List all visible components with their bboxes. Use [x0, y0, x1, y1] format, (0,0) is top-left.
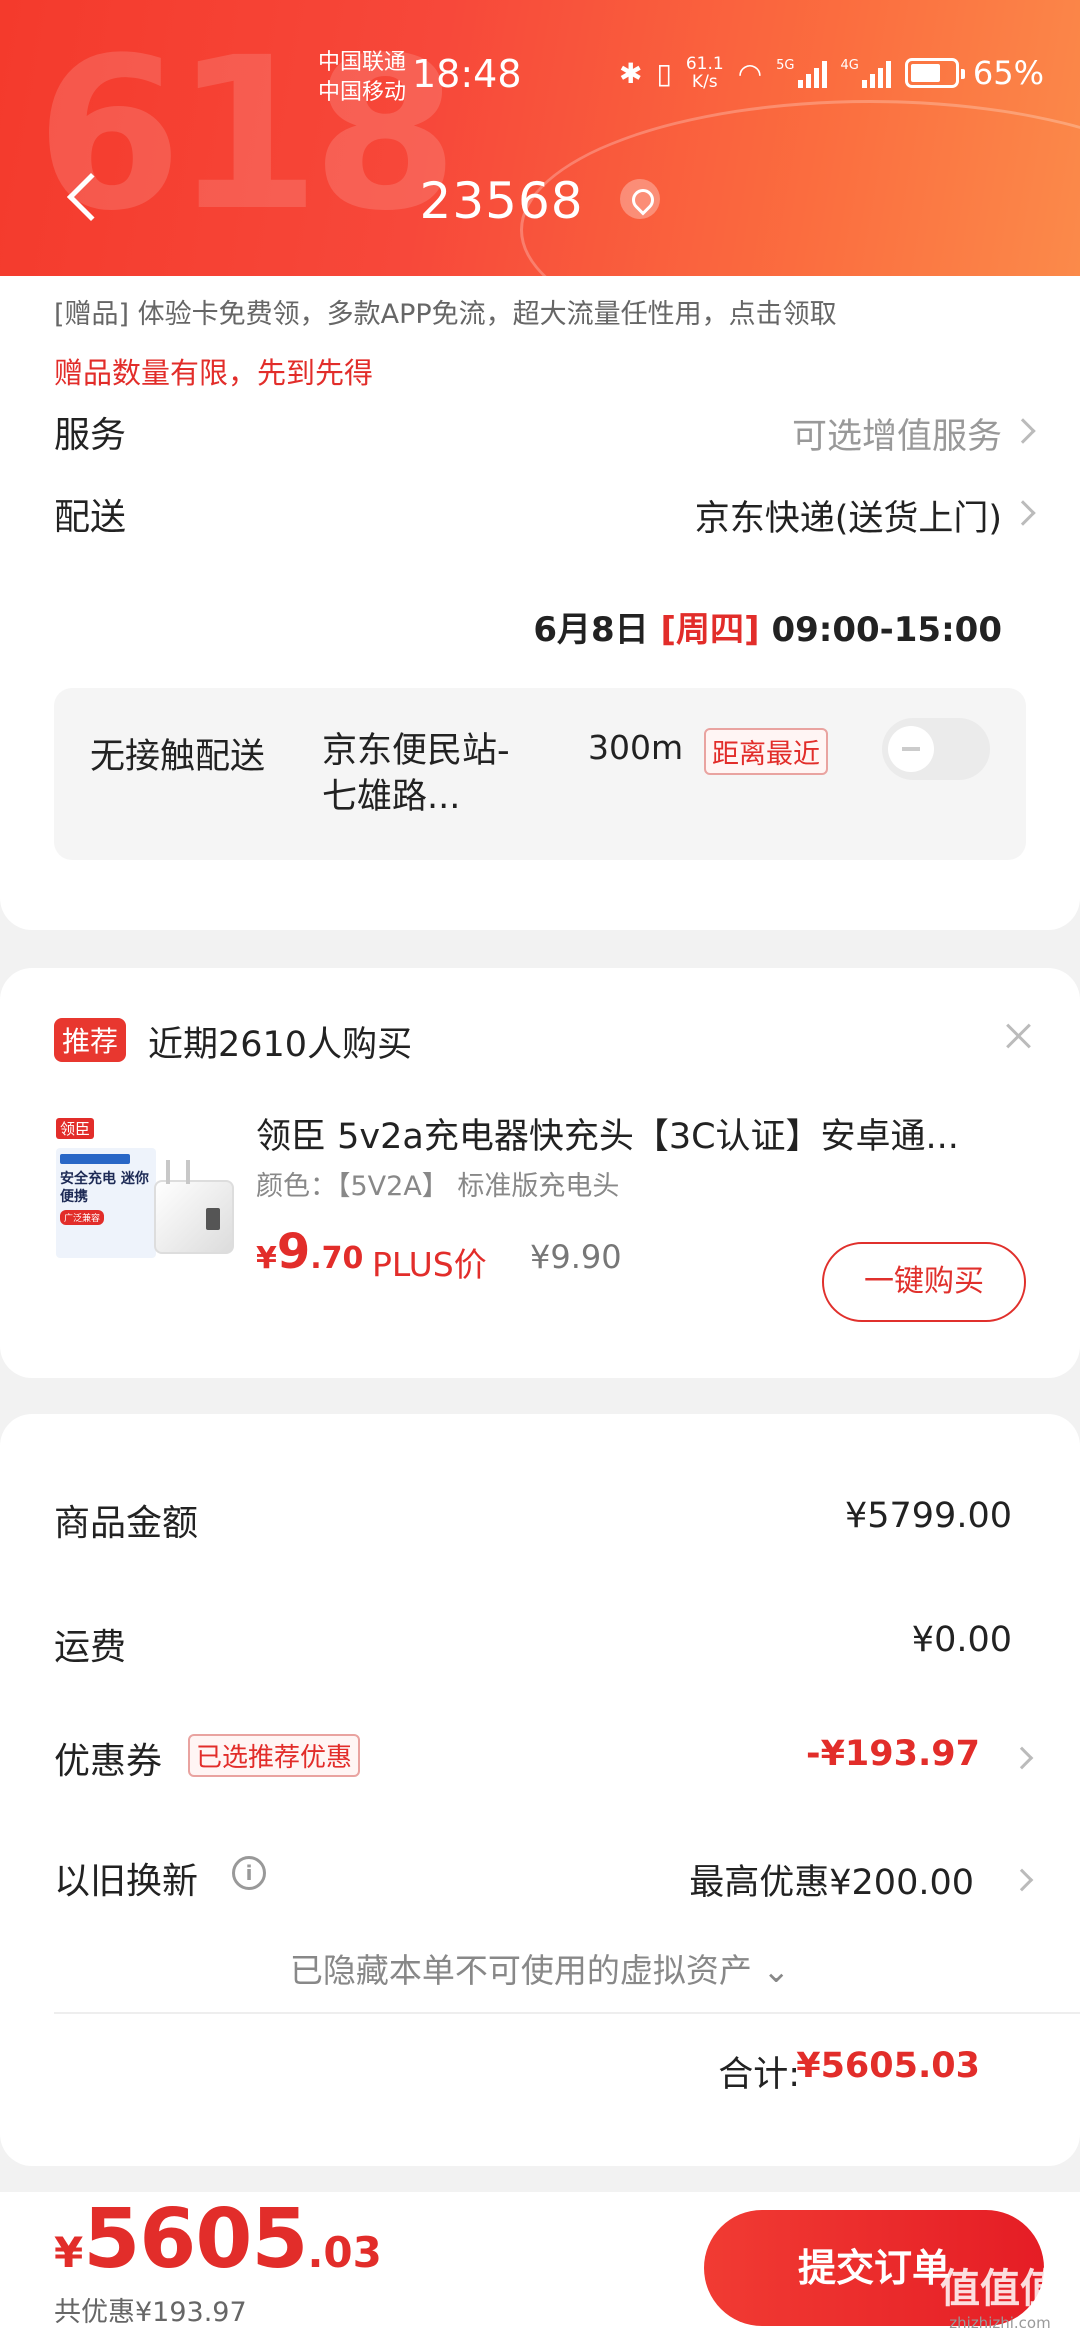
bluetooth-icon: ✱ — [618, 56, 643, 90]
location-pin-icon[interactable] — [620, 178, 661, 219]
watermark-url: zhizhizhi.com — [949, 2314, 1051, 2332]
net-speed-unit: K/s — [691, 72, 718, 92]
close-icon[interactable] — [1000, 1018, 1036, 1054]
price-summary-card: 商品金额 ¥5799.00 运费 ¥0.00 优惠券 已选推荐优惠 -¥193.… — [0, 1414, 1080, 2166]
trade-in-value[interactable]: 最高优惠¥200.00 — [689, 1854, 974, 1905]
total-price: ¥5605.03 — [54, 2192, 382, 2287]
nearest-tag: 距离最近 — [704, 728, 828, 775]
recommend-badge: 推荐 — [54, 1018, 127, 1062]
page-title: 23568 — [0, 172, 1080, 230]
chevron-right-icon — [1010, 500, 1036, 526]
brand-tag: 领臣 — [56, 1118, 95, 1139]
shipping-label: 运费 — [54, 1627, 127, 1668]
charger-illustration — [154, 1160, 234, 1254]
delivery-weekday: [周四] — [660, 610, 760, 650]
signal-5g-label: 5G — [776, 58, 795, 73]
vibrate-icon: ▯ — [656, 56, 672, 90]
network-speed: 61.1 K/s — [686, 55, 724, 91]
wifi-icon: ◠ — [737, 56, 763, 90]
checkout-bar: ¥5605.03 共优惠¥193.97 提交订单 值值值 zhizhizhi.c… — [0, 2192, 1080, 2340]
product-title[interactable]: 领臣 5v2a充电器快充头【3C认证】安卓通... — [256, 1108, 1036, 1159]
price-integer: 9 — [276, 1224, 311, 1280]
watermark: 值值值 zhizhizhi.com — [940, 2256, 1060, 2332]
recommendation-card: 推荐 近期2610人购买 领臣 安全充电 迷你便携 广泛兼容 领臣 5v2a充电… — [0, 968, 1080, 1378]
order-info-card: [赠品] 体验卡免费领，多款APP免流，超大流量任性用，点击领取 赠品数量有限，… — [0, 276, 1080, 930]
package-box: 安全充电 迷你便携 广泛兼容 — [56, 1148, 156, 1258]
total-integer: 5605 — [83, 2192, 308, 2287]
delivery-label: 配送 — [54, 497, 127, 538]
price-currency: ¥ — [256, 1241, 277, 1276]
station-distance: 300m — [588, 728, 684, 767]
toggle-knob — [888, 726, 934, 772]
net-speed-value: 61.1 — [685, 54, 724, 74]
recent-buyers: 近期2610人购买 — [148, 1025, 413, 1065]
sum-label: 合计: — [718, 2055, 800, 2095]
pickup-station[interactable]: 京东便民站-七雄路... — [322, 728, 532, 820]
status-icons: ✱ ▯ 61.1 K/s ◠ 5G 4G 65% — [619, 54, 1044, 92]
battery-icon — [904, 58, 965, 88]
goods-amount-label: 商品金额 — [54, 1503, 199, 1544]
total-currency: ¥ — [54, 2228, 84, 2277]
contactless-delivery: 无接触配送 京东便民站-七雄路... 300m 距离最近 — [54, 688, 1026, 860]
plus-label: PLUS价 — [372, 1245, 487, 1284]
chevron-right-icon — [1010, 418, 1036, 444]
sum-value: ¥5605.03 — [796, 2046, 980, 2086]
hidden-assets-toggle[interactable]: 已隐藏本单不可使用的虚拟资产 ⌄ — [0, 1944, 1080, 1992]
package-pill: 广泛兼容 — [60, 1210, 105, 1225]
delivery-date-day: 6月8日 — [533, 610, 649, 650]
delivery-date[interactable]: 6月8日 [周四] 09:00-15:00 — [533, 602, 1002, 651]
status-bar: 中国联通 中国移动 18:48 ✱ ▯ 61.1 K/s ◠ 5G 4G 65% — [0, 0, 1080, 150]
coupon-value[interactable]: -¥193.97 — [806, 1734, 980, 1774]
signal-4g-label: 4G — [840, 58, 859, 73]
total-decimal: .03 — [307, 2228, 382, 2277]
product-price: ¥9.70 — [256, 1224, 363, 1280]
product-image[interactable]: 领臣 安全充电 迷你便携 广泛兼容 — [54, 1118, 244, 1268]
chevron-right-icon — [1010, 1746, 1034, 1770]
delivery-method[interactable]: 京东快递(送货上门) — [695, 490, 1002, 541]
info-icon[interactable]: i — [232, 1856, 266, 1890]
package-text: 安全充电 迷你便携 — [60, 1171, 149, 1205]
total-savings: 共优惠¥193.97 — [54, 2297, 247, 2328]
price-decimal: .70 — [310, 1241, 364, 1276]
shipping-value: ¥0.00 — [911, 1620, 1012, 1660]
carrier-1: 中国联通 — [318, 50, 407, 75]
goods-amount-value: ¥5799.00 — [844, 1496, 1012, 1536]
signal-4g-icon: 4G — [841, 58, 891, 88]
product-spec: 颜色：【5V2A】 标准版充电头 — [256, 1171, 620, 1202]
address-code: 23568 — [419, 172, 584, 230]
service-label: 服务 — [54, 415, 127, 456]
clock: 18:48 — [412, 52, 522, 96]
battery-percent: 65% — [972, 54, 1044, 92]
watermark-logo: 值值值 — [940, 2266, 1060, 2312]
divider — [54, 2012, 1080, 2014]
coupon-label: 优惠券 — [54, 1741, 163, 1782]
contactless-toggle[interactable] — [882, 718, 990, 780]
carrier-2: 中国移动 — [318, 80, 407, 105]
service-value[interactable]: 可选增值服务 — [792, 408, 1002, 459]
gift-line[interactable]: [赠品] 体验卡免费领，多款APP免流，超大流量任性用，点击领取 — [54, 292, 837, 331]
contactless-label: 无接触配送 — [90, 737, 266, 777]
trade-in-label: 以旧换新 — [54, 1861, 199, 1902]
gift-warning: 赠品数量有限，先到先得 — [54, 356, 374, 390]
delivery-time-window: 09:00-15:00 — [771, 610, 1002, 650]
one-click-buy-button[interactable]: 一键购买 — [822, 1242, 1026, 1322]
header: 618 中国联通 中国移动 18:48 ✱ ▯ 61.1 K/s ◠ 5G 4G — [0, 0, 1080, 276]
coupon-selected-tag: 已选推荐优惠 — [188, 1734, 361, 1777]
chevron-right-icon — [1010, 1868, 1034, 1892]
plus-price: ¥9.90 — [530, 1238, 622, 1276]
carrier-labels: 中国联通 中国移动 — [318, 48, 406, 108]
signal-5g-icon: 5G — [776, 58, 827, 88]
